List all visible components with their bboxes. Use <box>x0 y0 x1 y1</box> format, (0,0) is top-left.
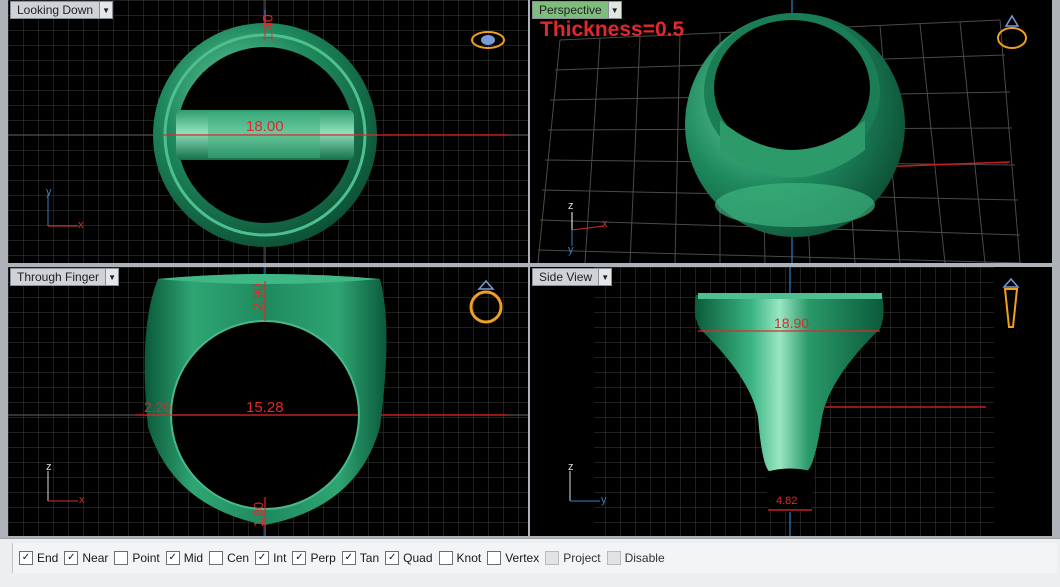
viewport-tab-perspective[interactable]: Perspective ▼ <box>532 1 622 19</box>
osnap-label: Int <box>273 551 287 565</box>
viewport-title: Looking Down <box>17 3 94 17</box>
viewport-title: Side View <box>539 270 593 284</box>
osnap-mid[interactable]: ✓ Mid <box>165 551 204 565</box>
osnap-checkbox[interactable]: ✓ <box>341 551 356 565</box>
osnap-vertex[interactable]: Vertex <box>487 551 539 565</box>
osnap-quad[interactable]: ✓ Quad <box>385 551 433 565</box>
osnap-point[interactable]: Point <box>114 551 160 565</box>
chevron-down-icon[interactable]: ▼ <box>105 269 119 285</box>
viewport-through-finger[interactable]: Through Finger ▼ 2.90 2.20 15.28 1.80 z … <box>8 267 528 536</box>
osnap-label: Knot <box>456 551 482 565</box>
osnap-checkbox[interactable]: ✓ <box>165 551 180 565</box>
osnap-int[interactable]: ✓ Int <box>255 551 286 565</box>
osnap-label: Project <box>563 551 601 565</box>
osnap-project[interactable]: Project <box>545 551 601 565</box>
osnap-label: Vertex <box>505 551 540 565</box>
axis-gizmo: z x y <box>568 200 608 256</box>
osnap-checkbox[interactable] <box>438 551 453 565</box>
osnap-knot[interactable]: Knot <box>438 551 482 565</box>
viewport-tab-looking-down[interactable]: Looking Down ▼ <box>10 1 114 19</box>
dimension-label: 18.90 <box>774 315 810 331</box>
osnap-label: Disable <box>624 551 665 565</box>
osnap-label: Cen <box>227 551 250 565</box>
osnap-toolbar: ✓ End ✓ Near Point ✓ Mid Cen ✓ Int ✓ Perp ✓ Tan ✓ Quad K… <box>12 543 1057 573</box>
osnap-disable[interactable]: Disable <box>606 551 665 565</box>
osnap-checkbox[interactable]: ✓ <box>19 551 33 565</box>
osnap-perp[interactable]: ✓ Perp <box>292 551 336 565</box>
osnap-checkbox[interactable] <box>114 551 129 565</box>
chevron-down-icon[interactable]: ▼ <box>99 2 113 18</box>
ring-thumbnail-icon <box>471 31 505 49</box>
osnap-checkbox[interactable] <box>487 551 502 565</box>
viewport-perspective[interactable]: Perspective ▼ Thickness=0.5 z x y <box>530 0 1052 263</box>
status-bar: ✓ End ✓ Near Point ✓ Mid Cen ✓ Int ✓ Perp ✓ Tan ✓ Quad K… <box>0 538 1060 587</box>
ring-thumbnail-icon <box>469 279 503 324</box>
chevron-down-icon[interactable]: ▼ <box>598 269 612 285</box>
osnap-checkbox[interactable]: ✓ <box>255 551 270 565</box>
osnap-end[interactable]: ✓ End <box>19 551 58 565</box>
thickness-annotation: Thickness=0.5 <box>540 18 685 41</box>
dimension-label: 15.28 <box>246 399 284 416</box>
viewport-title: Through Finger <box>17 270 100 284</box>
chevron-down-icon[interactable]: ▼ <box>607 2 621 18</box>
viewport-tab-side-view[interactable]: Side View ▼ <box>532 268 613 286</box>
osnap-checkbox[interactable]: ✓ <box>385 551 400 565</box>
dimension-label: 2.20 <box>144 399 172 415</box>
dimension-label: 4.82 <box>776 495 798 507</box>
ring-thumbnail-icon <box>1002 277 1020 328</box>
viewport-looking-down[interactable]: Looking Down ▼ 18.00 1.40 y x <box>8 0 528 263</box>
osnap-checkbox[interactable] <box>545 551 560 565</box>
osnap-label: Point <box>132 551 160 565</box>
osnap-cen[interactable]: Cen <box>209 551 249 565</box>
dimension-label: 1.40 <box>259 14 276 42</box>
viewport-tab-through-finger[interactable]: Through Finger ▼ <box>10 268 120 286</box>
osnap-near[interactable]: ✓ Near <box>64 551 108 565</box>
osnap-label: Perp <box>310 551 336 565</box>
ring-thumbnail-icon <box>997 14 1027 49</box>
osnap-checkbox[interactable]: ✓ <box>64 551 79 565</box>
osnap-label: Quad <box>403 551 433 565</box>
axis-gizmo: z x <box>46 461 85 506</box>
osnap-checkbox[interactable] <box>606 551 621 565</box>
osnap-label: Near <box>82 551 109 565</box>
viewport-title: Perspective <box>539 3 602 17</box>
osnap-label: Tan <box>359 551 380 565</box>
dimension-label: 18.00 <box>246 118 284 135</box>
osnap-checkbox[interactable] <box>209 551 224 565</box>
viewport-side-view[interactable]: Side View ▼ 18.90 4.82 z y <box>530 267 1052 536</box>
dimension-label: 2.90 <box>249 283 266 311</box>
axis-gizmo: y x <box>46 186 84 231</box>
osnap-checkbox[interactable]: ✓ <box>292 551 307 565</box>
dimension-label: 1.80 <box>251 501 267 528</box>
osnap-tan[interactable]: ✓ Tan <box>341 551 380 565</box>
axis-gizmo: z y <box>568 461 607 506</box>
osnap-label: End <box>37 551 59 565</box>
osnap-label: Mid <box>183 551 204 565</box>
